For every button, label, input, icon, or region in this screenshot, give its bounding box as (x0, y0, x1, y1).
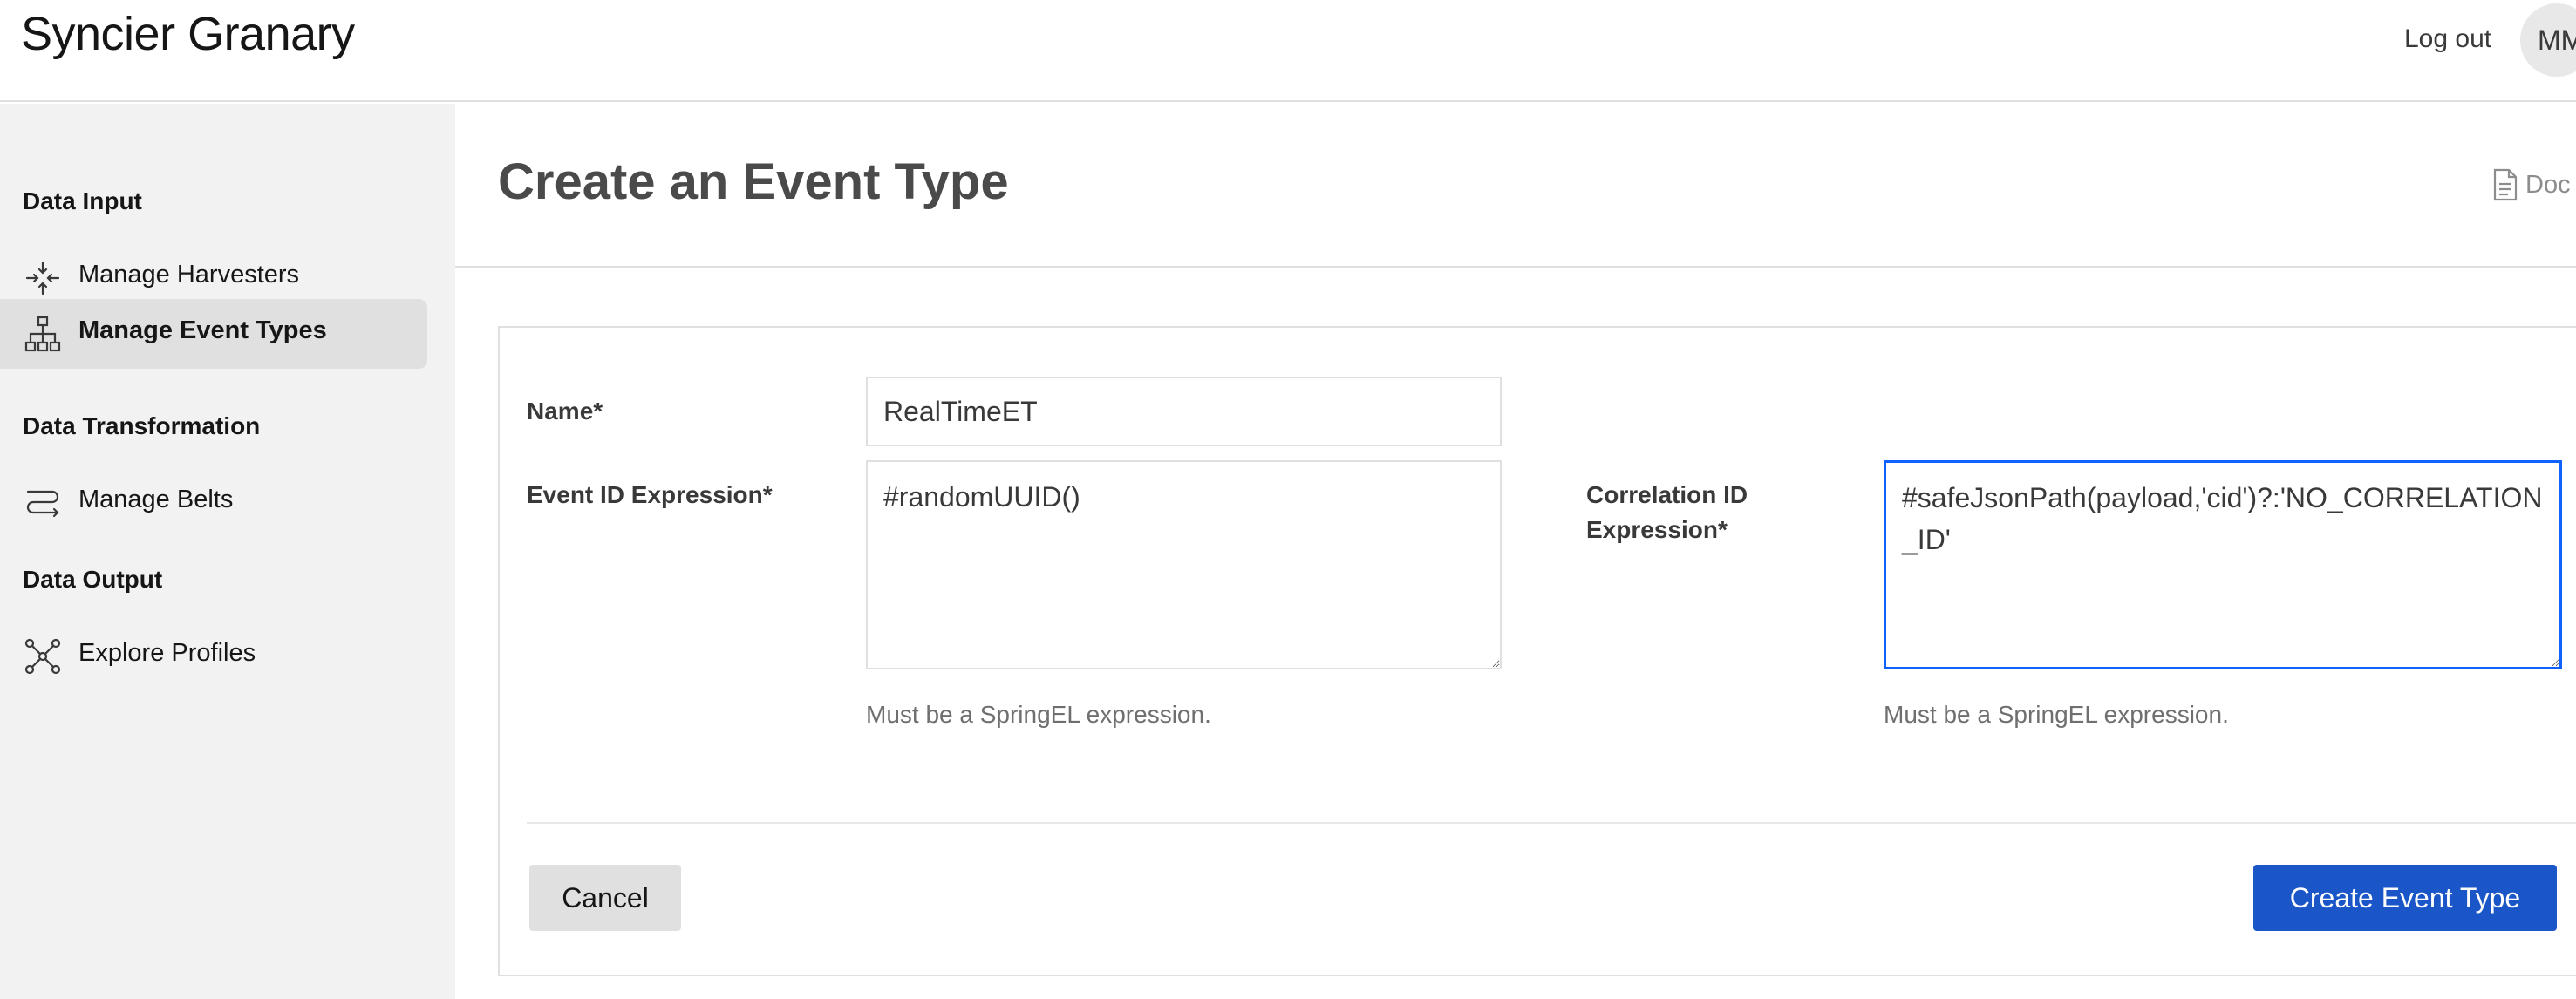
sidebar-item-manage-belts[interactable]: Manage Belts (0, 468, 427, 538)
event-id-expression-field[interactable]: #randomUUID() (866, 460, 1502, 669)
correlation-id-expression-field[interactable]: #safeJsonPath(payload,'cid')?:'NO_CORREL… (1884, 460, 2562, 669)
correlation-id-helper-text: Must be a SpringEL expression. (1884, 701, 2229, 728)
sidebar: Data Input Manage Harvesters Manage Even… (0, 104, 455, 999)
name-input[interactable] (866, 377, 1502, 446)
correlation-id-label-line1: Correlation ID (1586, 481, 1748, 508)
section-label-data-input: Data Input (23, 187, 142, 214)
harvesters-icon (25, 261, 60, 296)
docs-label: Doc (2525, 170, 2571, 199)
sidebar-item-label: Explore Profiles (78, 639, 256, 667)
event-id-label: Event ID Expression* (527, 481, 773, 508)
belt-icon (26, 490, 59, 518)
section-label-data-output: Data Output (23, 566, 163, 593)
form-divider (527, 822, 2576, 824)
app-title[interactable]: Syncier Granary (21, 7, 355, 61)
sidebar-item-label: Manage Belts (78, 486, 234, 513)
section-label-data-transformation: Data Transformation (23, 412, 261, 439)
top-header: Syncier Granary Log out MM (0, 0, 2576, 102)
logout-link[interactable]: Log out (2404, 24, 2491, 54)
network-icon (24, 638, 61, 675)
page-title: Create an Event Type (498, 153, 1009, 210)
sidebar-item-explore-profiles[interactable]: Explore Profiles (0, 622, 427, 691)
cancel-button[interactable]: Cancel (529, 865, 681, 931)
create-event-type-button[interactable]: Create Event Type (2253, 865, 2557, 931)
sidebar-item-label: Manage Event Types (78, 316, 327, 344)
document-icon (2493, 168, 2518, 201)
sidebar-item-label: Manage Harvesters (78, 261, 300, 289)
event-id-helper-text: Must be a SpringEL expression. (866, 701, 1211, 728)
correlation-id-label: Correlation ID Expression* (1586, 478, 1748, 547)
correlation-id-label-line2: Expression* (1586, 516, 1728, 543)
sidebar-item-manage-event-types[interactable]: Manage Event Types (0, 299, 427, 369)
title-divider (455, 266, 2576, 268)
hierarchy-icon (24, 316, 61, 352)
docs-link[interactable]: Doc (2492, 168, 2571, 201)
avatar[interactable]: MM (2520, 3, 2576, 77)
name-label: Name* (527, 398, 603, 425)
